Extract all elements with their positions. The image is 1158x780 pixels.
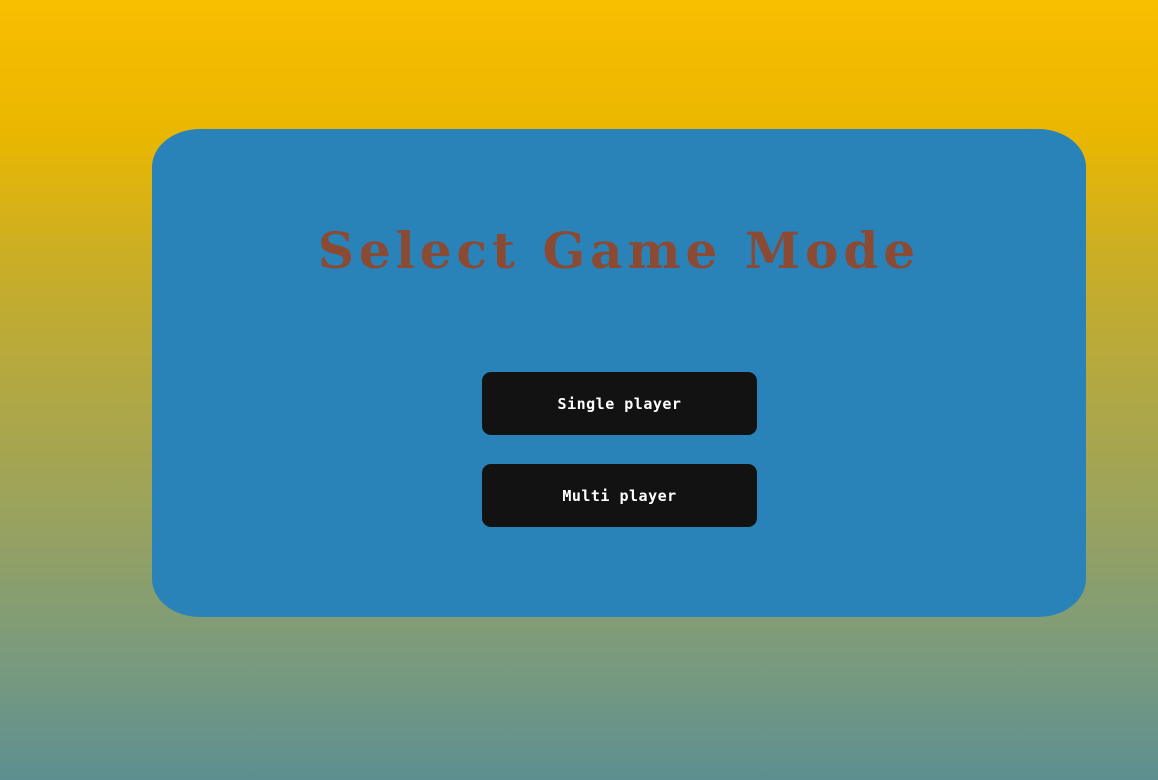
single-player-button[interactable]: Single player xyxy=(482,372,757,435)
page-title: Select Game Mode xyxy=(317,221,921,280)
multi-player-button[interactable]: Multi player xyxy=(482,464,757,527)
mode-select-panel: Select Game Mode Single player Multi pla… xyxy=(152,129,1086,617)
